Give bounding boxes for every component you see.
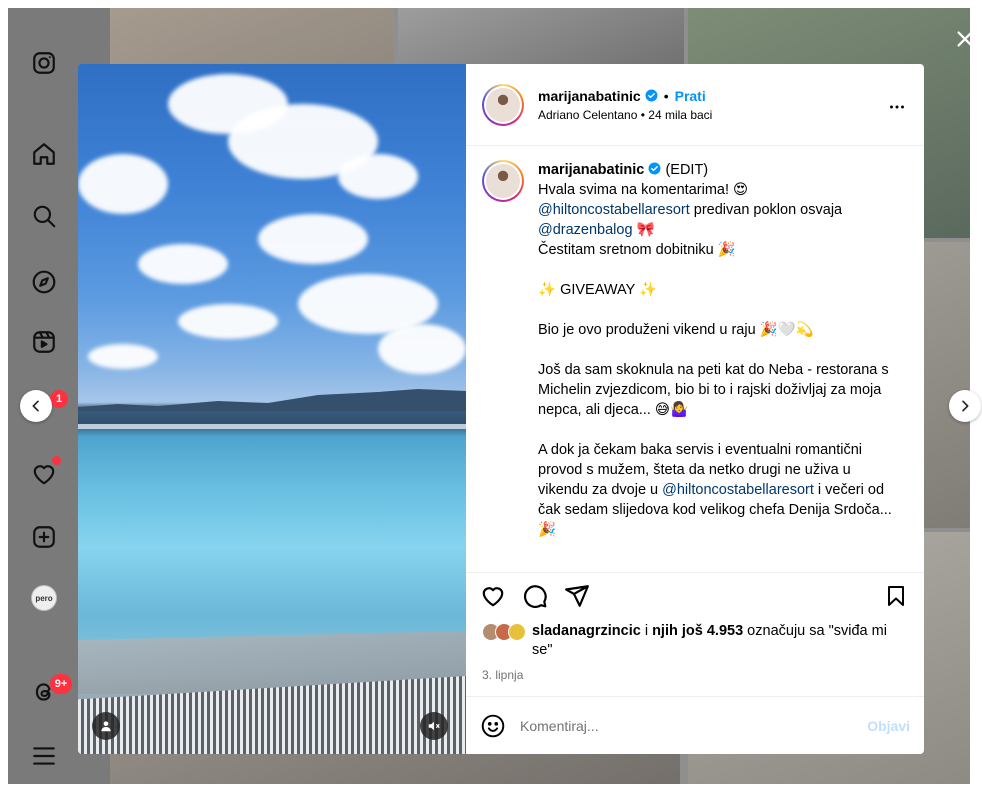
mute-button[interactable] bbox=[420, 712, 448, 740]
liker-avatars[interactable] bbox=[482, 623, 526, 641]
post-video[interactable] bbox=[78, 64, 466, 754]
messages-badge: 1 bbox=[50, 390, 68, 408]
caption-text: predivan poklon osvaja bbox=[689, 202, 843, 218]
cloud bbox=[378, 324, 466, 374]
verified-badge-icon bbox=[645, 89, 658, 102]
caption-author-avatar[interactable] bbox=[482, 160, 524, 202]
audio-separator: • bbox=[640, 107, 645, 122]
caption-edit-tag: (EDIT) bbox=[665, 162, 709, 178]
profile-avatar-label: pero bbox=[31, 585, 57, 611]
caption-line: Bio je ovo produženi vikend u raju 🎉🤍💫 bbox=[538, 322, 814, 338]
pool-edge bbox=[78, 424, 466, 429]
profile-avatar[interactable]: pero bbox=[28, 582, 60, 614]
liker-avatar bbox=[508, 623, 526, 641]
follow-button[interactable]: Prati bbox=[675, 88, 706, 104]
menu-icon[interactable] bbox=[28, 740, 60, 772]
author-username[interactable]: marijanabatinic bbox=[538, 88, 641, 104]
reels-icon[interactable] bbox=[28, 326, 60, 358]
chevron-right-icon bbox=[962, 400, 969, 412]
cloud bbox=[88, 344, 158, 369]
save-bookmark-icon[interactable] bbox=[884, 583, 908, 609]
likes-row: sladanagrzincic i njih još 4.953 označuj… bbox=[466, 618, 924, 660]
verified-badge-icon bbox=[648, 162, 661, 175]
cloud bbox=[258, 214, 368, 264]
tagged-users-button[interactable] bbox=[92, 712, 120, 740]
author-avatar[interactable] bbox=[482, 83, 524, 126]
caption-line: Još da sam skoknula na peti kat do Neba … bbox=[538, 362, 889, 418]
post-header: marijanabatinic • Prati Adriano Celentan… bbox=[466, 64, 924, 146]
post-modal: marijanabatinic • Prati Adriano Celentan… bbox=[78, 64, 924, 754]
emoji-icon[interactable] bbox=[480, 713, 506, 739]
cloud bbox=[338, 154, 418, 199]
caption-line: ✨ GIVEAWAY ✨ bbox=[538, 282, 658, 298]
chevron-left-icon bbox=[32, 400, 39, 412]
mention-link[interactable]: @hiltoncostabellaresort bbox=[538, 202, 690, 218]
cloud bbox=[138, 244, 228, 284]
explore-icon[interactable] bbox=[28, 266, 60, 298]
comment-form: Objavi bbox=[466, 696, 924, 754]
post-side-panel: marijanabatinic • Prati Adriano Celentan… bbox=[466, 64, 924, 754]
likes-others-link[interactable]: njih još 4.953 bbox=[652, 623, 743, 639]
mention-link[interactable]: @hiltoncostabellaresort bbox=[662, 482, 814, 498]
mountains bbox=[78, 389, 466, 411]
post-comment-button[interactable]: Objavi bbox=[867, 718, 910, 734]
home-icon[interactable] bbox=[28, 138, 60, 170]
caption-username[interactable]: marijanabatinic bbox=[538, 162, 644, 178]
user-icon bbox=[101, 721, 111, 732]
instagram-logo-icon[interactable] bbox=[28, 47, 60, 79]
search-icon[interactable] bbox=[28, 200, 60, 232]
like-heart-icon[interactable] bbox=[480, 583, 506, 609]
post-caption: marijanabatinic (EDIT) Hvala svima na ko… bbox=[538, 160, 898, 572]
notification-dot bbox=[52, 456, 61, 465]
mention-link[interactable]: @drazenbalog bbox=[538, 222, 633, 238]
share-send-icon[interactable] bbox=[564, 583, 590, 609]
cloud bbox=[178, 304, 278, 339]
previous-post-button[interactable] bbox=[20, 390, 52, 422]
caption-text: 🎀 bbox=[632, 222, 655, 238]
close-icon[interactable] bbox=[952, 26, 978, 52]
post-date[interactable]: 3. lipnja bbox=[466, 660, 924, 682]
cloud bbox=[78, 154, 168, 214]
threads-badge: 9+ bbox=[50, 674, 72, 694]
muted-speaker-icon bbox=[428, 721, 440, 731]
grid-tile bbox=[398, 8, 684, 68]
first-liker-username[interactable]: sladanagrzincic bbox=[532, 623, 641, 639]
caption-line: Hvala svima na komentarima! 😍 bbox=[538, 182, 749, 198]
likes-connector: i bbox=[640, 623, 653, 639]
create-icon[interactable] bbox=[28, 521, 60, 553]
next-post-button[interactable] bbox=[949, 390, 981, 422]
more-options-icon[interactable] bbox=[886, 96, 908, 118]
audio-link[interactable]: Adriano Celentano bbox=[538, 108, 637, 122]
comment-input[interactable] bbox=[520, 717, 868, 734]
header-separator: • bbox=[663, 87, 669, 104]
caption-line: Čestitam sretnom dobitniku 🎉 bbox=[538, 242, 736, 258]
post-actions bbox=[466, 572, 924, 618]
comments-area[interactable]: marijanabatinic (EDIT) Hvala svima na ko… bbox=[466, 146, 924, 572]
comment-bubble-icon[interactable] bbox=[522, 583, 548, 609]
likes-summary: 24 mila baci bbox=[648, 107, 713, 122]
